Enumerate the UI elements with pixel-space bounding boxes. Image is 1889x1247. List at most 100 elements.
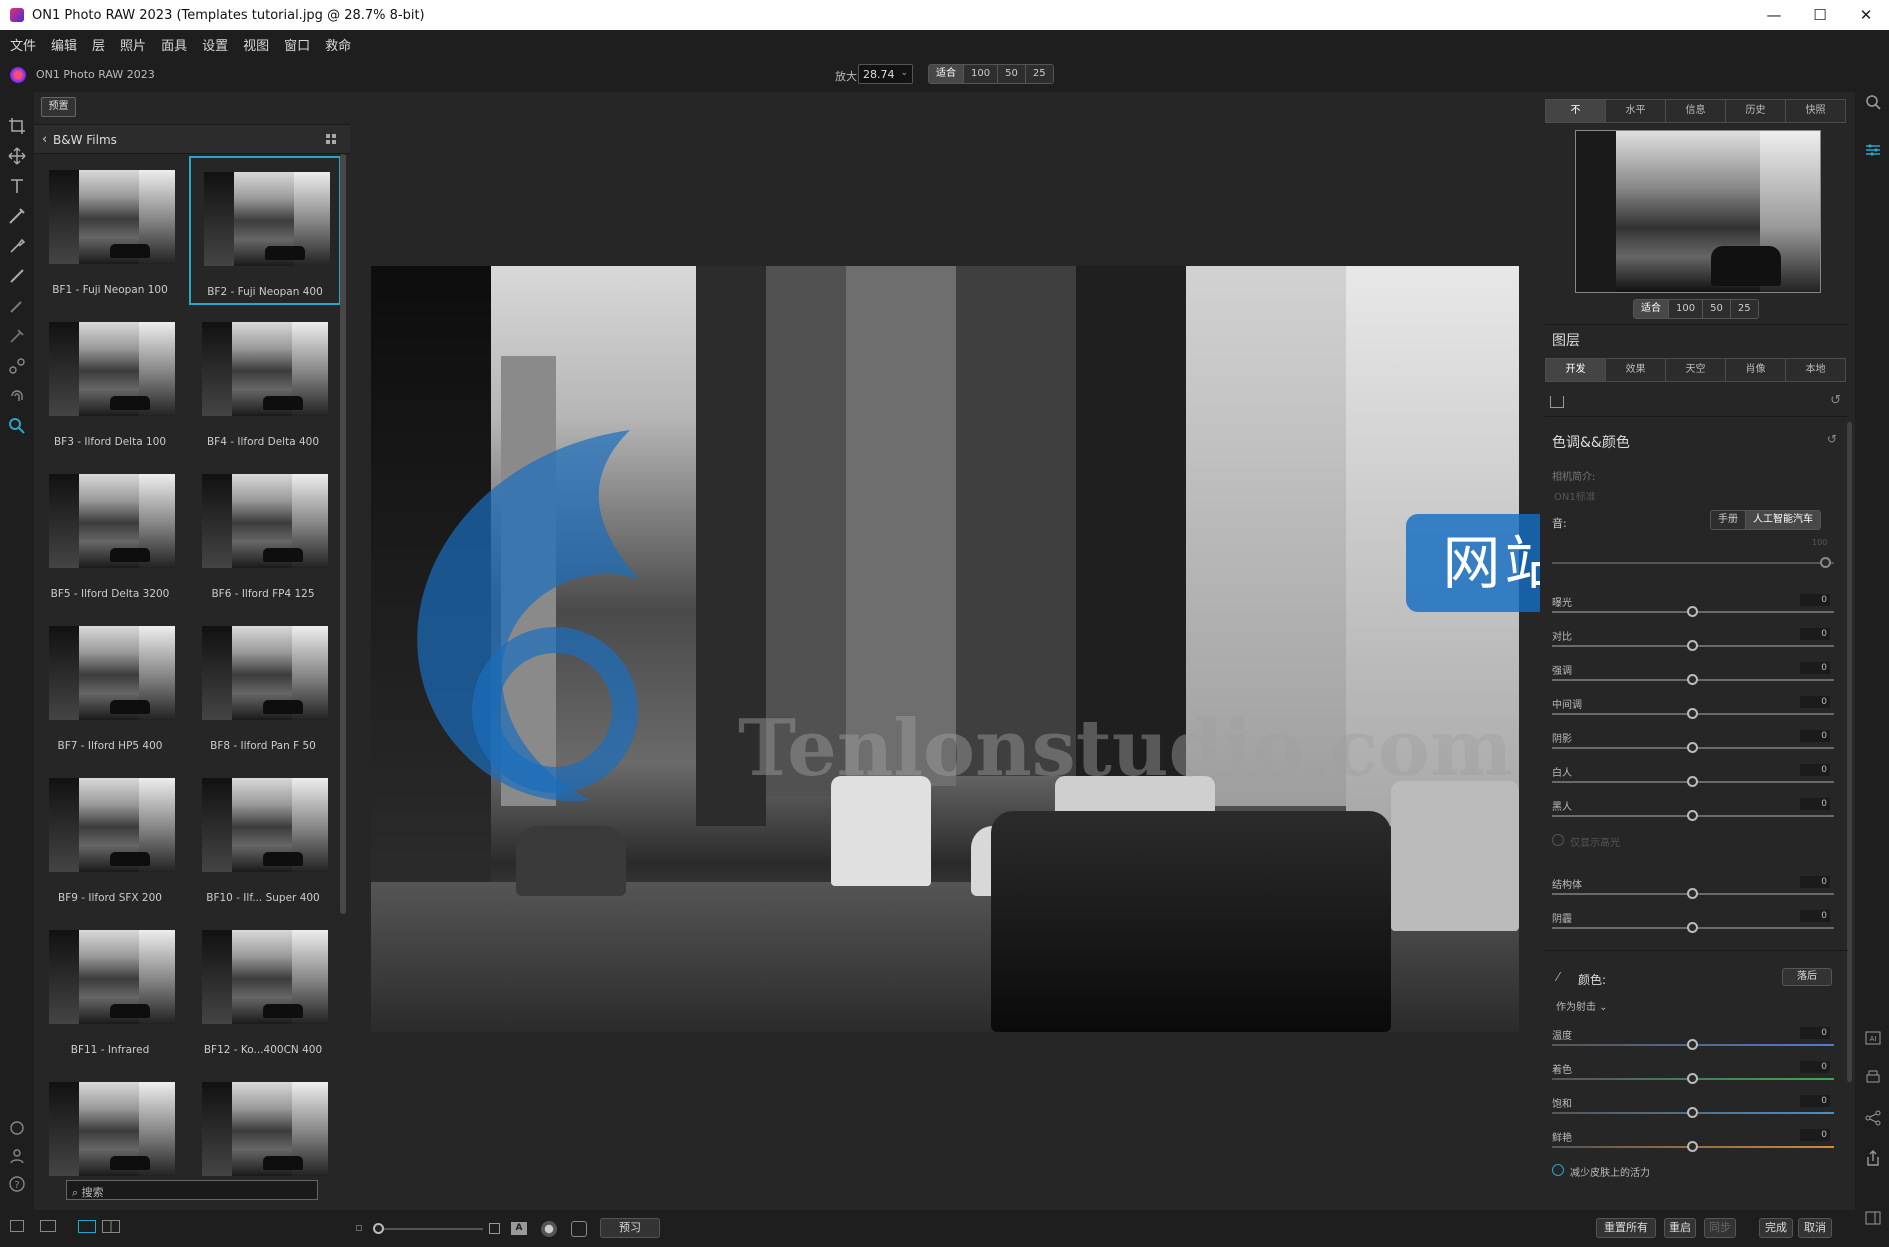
close-button[interactable]: ✕: [1843, 0, 1889, 30]
navigator-preview[interactable]: [1575, 130, 1821, 293]
preset-thumbnail[interactable]: BF2 - Fuji Neopan 400: [189, 156, 341, 305]
slider-knob[interactable]: [1687, 1073, 1698, 1084]
white-balance-select[interactable]: 作为射击 ⌄: [1556, 998, 1608, 1013]
save-preset-icon[interactable]: [1550, 396, 1564, 408]
ai-auto-button[interactable]: 人工智能汽车: [1746, 511, 1820, 529]
back-arrow-icon[interactable]: ‹: [42, 132, 47, 147]
zoom-50-button[interactable]: 50: [998, 65, 1026, 83]
slider-value-field[interactable]: 0: [1800, 662, 1830, 674]
share-icon[interactable]: [1863, 1108, 1883, 1128]
slider-knob[interactable]: [1687, 640, 1698, 651]
zoom-25-button[interactable]: 25: [1025, 65, 1053, 83]
preset-thumbnail[interactable]: BF10 - Ilf... Super 400: [189, 764, 341, 913]
tab-portrait[interactable]: 肖像: [1725, 358, 1786, 382]
slider-knob[interactable]: [1687, 708, 1698, 719]
brush-tool-icon[interactable]: [7, 266, 27, 286]
tab-sky[interactable]: 天空: [1665, 358, 1726, 382]
menu-help[interactable]: 救命: [325, 35, 351, 54]
export-icon[interactable]: [1863, 1148, 1883, 1168]
protect-checkbox[interactable]: [1552, 834, 1564, 846]
menu-view[interactable]: 视图: [243, 35, 269, 54]
tone-color-title[interactable]: 色调&&颜色: [1552, 432, 1630, 452]
filmstrip-icon[interactable]: [40, 1220, 56, 1232]
print-icon[interactable]: [1863, 1068, 1883, 1088]
done-button[interactable]: 完成: [1759, 1218, 1793, 1238]
tab-local[interactable]: 本地: [1785, 358, 1846, 382]
square-icon[interactable]: [489, 1223, 500, 1234]
preset-thumbnail[interactable]: BF3 - Ilford Delta 100: [36, 308, 188, 457]
thumb-size-slider[interactable]: [378, 1228, 483, 1230]
slider-knob[interactable]: [1687, 776, 1698, 787]
slider-value-field[interactable]: 0: [1800, 1027, 1830, 1039]
color-picker-button[interactable]: 落后: [1782, 968, 1832, 986]
slider-value-field[interactable]: 0: [1800, 764, 1830, 776]
mask-overlay-icon[interactable]: A: [511, 1222, 527, 1235]
preset-thumbnail[interactable]: BF6 - Ilford FP4 125: [189, 460, 341, 609]
chevron-down-icon[interactable]: ⌄: [900, 68, 908, 78]
tab-develop[interactable]: 开发: [1545, 358, 1606, 382]
nav-25-button[interactable]: 25: [1730, 300, 1758, 318]
tab-snapshots[interactable]: 快照: [1785, 99, 1846, 123]
zoom-100-button[interactable]: 100: [964, 65, 999, 83]
ai-icon[interactable]: AI: [1863, 1028, 1883, 1048]
slider-value-field[interactable]: 0: [1800, 910, 1830, 922]
preset-thumbnail[interactable]: BF7 - Ilford HP5 400: [36, 612, 188, 761]
slider-value-field[interactable]: 0: [1800, 628, 1830, 640]
fingerprint-icon[interactable]: [7, 386, 27, 406]
slider-knob[interactable]: [1687, 606, 1698, 617]
zoom-fit-button[interactable]: 适合: [929, 65, 964, 83]
skin-checkbox[interactable]: [1552, 1164, 1564, 1176]
slider-knob[interactable]: [373, 1223, 384, 1234]
panel-toggle-icon[interactable]: [10, 1220, 24, 1232]
circle-mask-icon[interactable]: [541, 1221, 557, 1237]
presets-tab[interactable]: 预置: [41, 97, 76, 117]
sync-button[interactable]: 同步: [1704, 1218, 1736, 1238]
menu-edit[interactable]: 编辑: [51, 35, 77, 54]
menu-photo[interactable]: 照片: [120, 35, 146, 54]
masking-brush-icon[interactable]: [7, 236, 27, 256]
preset-thumbnail[interactable]: BF1 - Fuji Neopan 100: [36, 156, 188, 305]
slider-knob[interactable]: [1687, 674, 1698, 685]
category-title[interactable]: B&W Films: [53, 133, 117, 147]
adjust-icon[interactable]: [1863, 140, 1883, 160]
tab-info[interactable]: 信息: [1665, 99, 1726, 123]
gradient-tool-icon[interactable]: [7, 356, 27, 376]
slider-value-field[interactable]: 0: [1800, 798, 1830, 810]
preset-thumbnail[interactable]: BF9 - Ilford SFX 200: [36, 764, 188, 913]
preset-scrollbar[interactable]: [340, 154, 346, 914]
grid-view-icon[interactable]: [326, 134, 336, 144]
slider-value-field[interactable]: 0: [1800, 1129, 1830, 1141]
preview-button[interactable]: 预习: [600, 1218, 660, 1238]
slider-value-field[interactable]: 0: [1800, 730, 1830, 742]
reset-icon[interactable]: ↺: [1830, 393, 1841, 408]
preset-thumbnail[interactable]: BF11 - Infrared: [36, 916, 188, 1065]
slider-knob[interactable]: [1820, 557, 1831, 568]
menu-settings[interactable]: 设置: [202, 35, 228, 54]
camera-profile-value[interactable]: ON1标准: [1554, 488, 1596, 503]
text-tool-icon[interactable]: [7, 176, 27, 196]
slider-value-field[interactable]: 0: [1800, 876, 1830, 888]
preset-thumbnail[interactable]: BF8 - Ilford Pan F 50: [189, 612, 341, 761]
preset-thumbnail[interactable]: BF12 - Ko...400CN 400: [189, 916, 341, 1065]
tab-navigator[interactable]: 不: [1545, 99, 1606, 123]
tab-levels[interactable]: 水平: [1605, 99, 1666, 123]
manual-mode-button[interactable]: 手册: [1711, 511, 1746, 529]
slider-value-field[interactable]: 0: [1800, 1061, 1830, 1073]
before-after-icon[interactable]: [571, 1221, 587, 1237]
browse-icon[interactable]: [1863, 92, 1883, 112]
zoom-field[interactable]: 28.74 ⌄: [858, 64, 913, 84]
minimize-button[interactable]: —: [1751, 0, 1797, 30]
reset-button[interactable]: 重启: [1664, 1218, 1696, 1238]
tab-history[interactable]: 历史: [1725, 99, 1786, 123]
slider-knob[interactable]: [1687, 1107, 1698, 1118]
preset-thumbnail[interactable]: BF5 - Ilford Delta 3200: [36, 460, 188, 609]
slider-knob[interactable]: [1687, 1039, 1698, 1050]
panel-collapse-icon[interactable]: [1863, 1208, 1883, 1228]
nav-100-button[interactable]: 100: [1669, 300, 1704, 318]
cancel-button[interactable]: 取消: [1798, 1218, 1832, 1238]
perfect-brush-icon[interactable]: [7, 206, 27, 226]
menu-mask[interactable]: 面具: [161, 35, 187, 54]
compare-view-icon[interactable]: [102, 1220, 120, 1233]
move-tool-icon[interactable]: [7, 146, 27, 166]
slider-knob[interactable]: [1687, 742, 1698, 753]
